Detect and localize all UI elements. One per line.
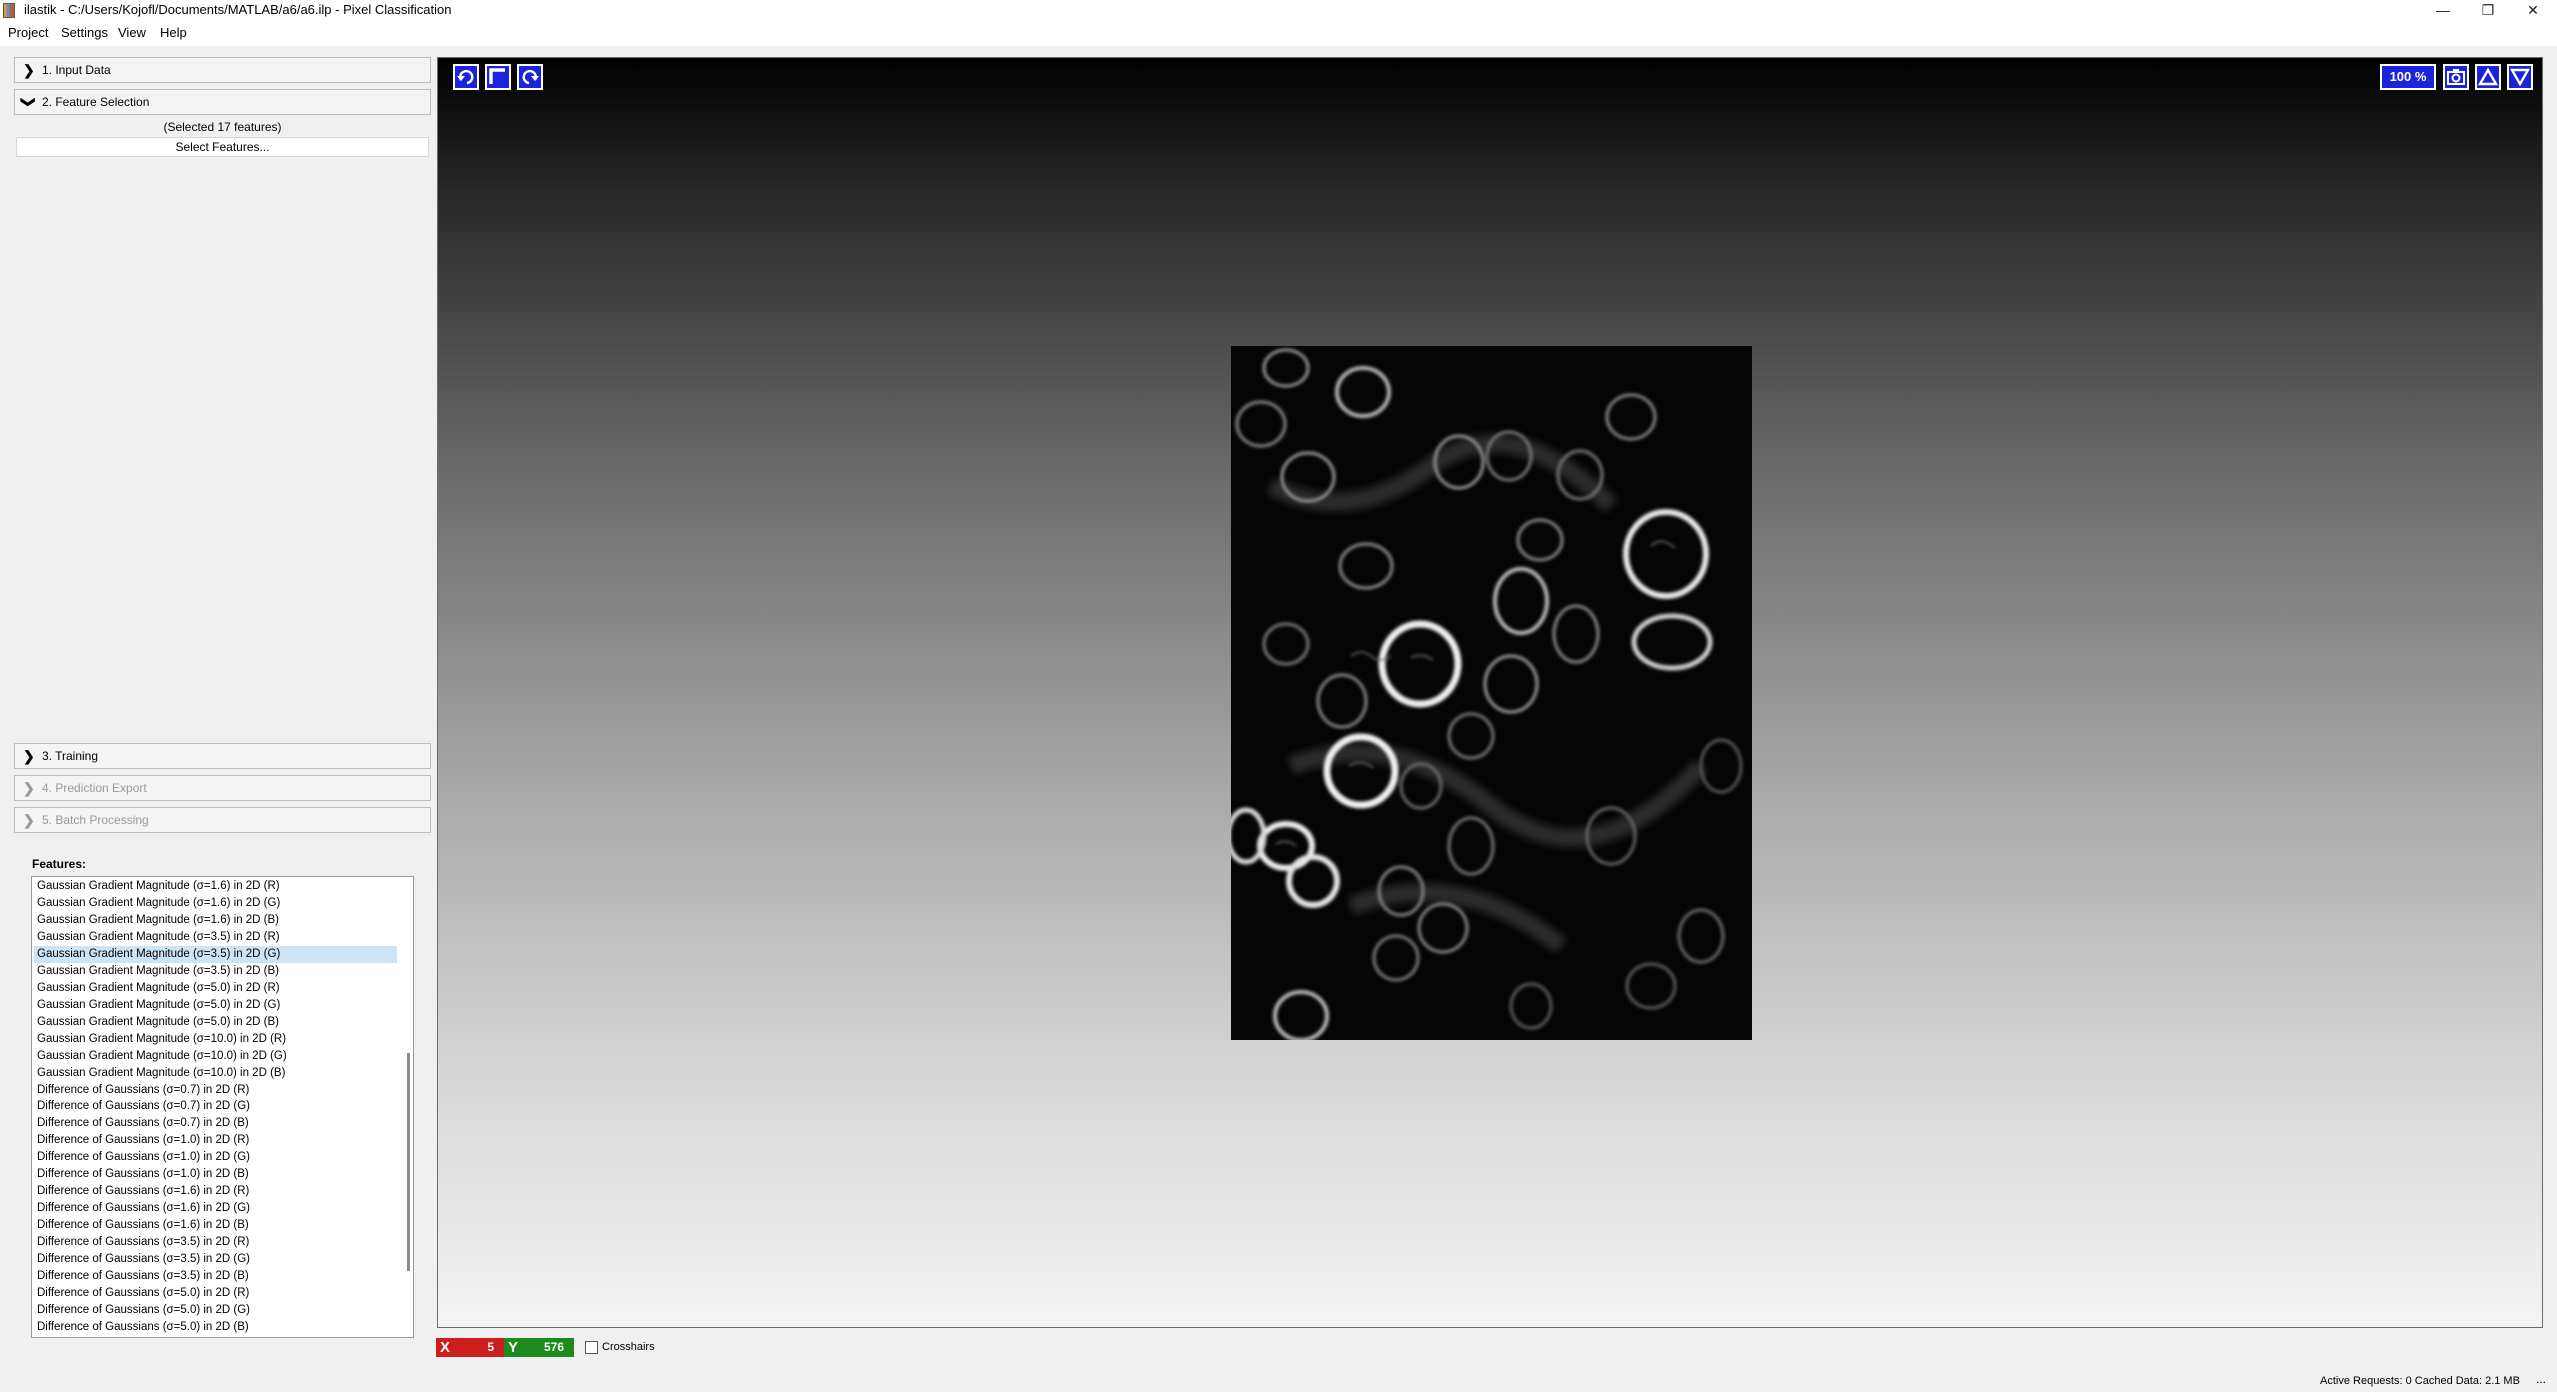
- y-value: 576: [543, 1340, 564, 1354]
- applet-prediction-export[interactable]: ❯ 4. Prediction Export: [14, 775, 431, 801]
- microscopy-image[interactable]: [1231, 346, 1752, 1040]
- feature-list-item[interactable]: Difference of Gaussians (σ=3.5) in 2D (G…: [34, 1251, 397, 1268]
- y-coordinate: Y 576: [504, 1338, 574, 1357]
- select-features-button[interactable]: Select Features...: [16, 137, 429, 157]
- chevron-right-icon: ❯: [23, 748, 35, 764]
- menu-settings[interactable]: Settings: [57, 20, 112, 46]
- feature-list-item[interactable]: Difference of Gaussians (σ=1.6) in 2D (B…: [34, 1217, 397, 1234]
- cells-feature-image: [1231, 346, 1752, 1040]
- feature-list-item[interactable]: Gaussian Gradient Magnitude (σ=1.6) in 2…: [34, 912, 397, 929]
- checkbox-icon[interactable]: [585, 1340, 598, 1354]
- feature-list-item[interactable]: Gaussian Gradient Magnitude (σ=5.0) in 2…: [34, 1014, 397, 1031]
- chevron-right-icon: ❯: [23, 812, 35, 828]
- menu-help[interactable]: Help: [156, 20, 191, 46]
- applet-label: 4. Prediction Export: [42, 781, 147, 795]
- feature-list-item[interactable]: Gaussian Gradient Magnitude (σ=3.5) in 2…: [34, 963, 397, 980]
- triangle-up-icon[interactable]: [2475, 64, 2501, 90]
- feature-list-item[interactable]: Gaussian Gradient Magnitude (σ=1.6) in 2…: [34, 878, 397, 895]
- feature-list-item[interactable]: Difference of Gaussians (σ=1.0) in 2D (R…: [34, 1132, 397, 1149]
- window-title: ilastik - C:/Users/Kojofl/Documents/MATL…: [24, 2, 452, 17]
- feature-list-item[interactable]: Gaussian Gradient Magnitude (σ=3.5) in 2…: [34, 945, 397, 963]
- feature-list-item[interactable]: Gaussian Gradient Magnitude (σ=3.5) in 2…: [34, 929, 397, 946]
- menu-project[interactable]: Project: [4, 20, 52, 46]
- image-viewer[interactable]: 100 %: [437, 57, 2543, 1328]
- zoom-level[interactable]: 100 %: [2380, 64, 2436, 90]
- redo-icon[interactable]: [517, 64, 543, 90]
- status-more-button[interactable]: ...: [2536, 1372, 2546, 1386]
- feature-list-item[interactable]: Difference of Gaussians (σ=0.7) in 2D (G…: [34, 1098, 397, 1115]
- features-list[interactable]: Gaussian Gradient Magnitude (σ=1.6) in 2…: [31, 876, 414, 1338]
- feature-list-item[interactable]: Gaussian Gradient Magnitude (σ=1.6) in 2…: [34, 895, 397, 912]
- applet-label: 1. Input Data: [42, 63, 111, 77]
- features-list-scrollbar[interactable]: [407, 1053, 410, 1271]
- feature-list-item[interactable]: Difference of Gaussians (σ=0.7) in 2D (R…: [34, 1082, 397, 1099]
- feature-list-item[interactable]: Difference of Gaussians (σ=1.6) in 2D (R…: [34, 1183, 397, 1200]
- feature-list-item[interactable]: Difference of Gaussians (σ=5.0) in 2D (R…: [34, 1285, 397, 1302]
- feature-list-item[interactable]: Difference of Gaussians (σ=5.0) in 2D (B…: [34, 1319, 397, 1336]
- applet-feature-selection[interactable]: ❯ 2. Feature Selection: [14, 89, 431, 115]
- menu-view[interactable]: View: [114, 20, 150, 46]
- status-requests: Active Requests: 0 Cached Data: 2.1 MB: [2320, 1375, 2520, 1387]
- close-button[interactable]: ✕: [2511, 0, 2555, 20]
- applet-panel: ❯ 1. Input Data ❯ 2. Feature Selection (…: [14, 57, 433, 834]
- ilastik-app-icon: [3, 3, 15, 18]
- camera-icon[interactable]: [2443, 64, 2469, 90]
- feature-list-item[interactable]: Gaussian Gradient Magnitude (σ=10.0) in …: [34, 1048, 397, 1065]
- selected-features-count: (Selected 17 features): [163, 120, 282, 134]
- feature-list-item[interactable]: Difference of Gaussians (σ=3.5) in 2D (R…: [34, 1234, 397, 1251]
- feature-list-item[interactable]: Difference of Gaussians (σ=1.6) in 2D (G…: [34, 1200, 397, 1217]
- applet-label: 5. Batch Processing: [42, 813, 149, 827]
- crosshairs-checkbox[interactable]: Crosshairs: [585, 1340, 655, 1354]
- chevron-right-icon: ❯: [23, 62, 35, 78]
- chevron-right-icon: ❯: [23, 780, 35, 796]
- feature-list-item[interactable]: Gaussian Gradient Magnitude (σ=5.0) in 2…: [34, 980, 397, 997]
- menu-bar: Project Settings View Help: [0, 20, 2557, 46]
- undo-icon[interactable]: [453, 64, 479, 90]
- feature-list-item[interactable]: Gaussian Gradient Magnitude (σ=10.0) in …: [34, 1031, 397, 1048]
- x-coordinate: X 5: [436, 1338, 504, 1357]
- minimize-button[interactable]: —: [2421, 0, 2465, 20]
- applet-training[interactable]: ❯ 3. Training: [14, 743, 431, 769]
- feature-list-item[interactable]: Difference of Gaussians (σ=0.7) in 2D (B…: [34, 1115, 397, 1132]
- applet-input-data[interactable]: ❯ 1. Input Data: [14, 57, 431, 83]
- feature-list-item[interactable]: Difference of Gaussians (σ=1.0) in 2D (B…: [34, 1166, 397, 1183]
- y-label: Y: [508, 1339, 519, 1356]
- applet-label: 3. Training: [42, 749, 99, 763]
- feature-list-item[interactable]: Difference of Gaussians (σ=5.0) in 2D (G…: [34, 1302, 397, 1319]
- fit-icon[interactable]: [485, 64, 511, 90]
- feature-list-item[interactable]: Difference of Gaussians (σ=3.5) in 2D (B…: [34, 1268, 397, 1285]
- features-label: Features:: [32, 857, 87, 871]
- feature-list-item[interactable]: Gaussian Gradient Magnitude (σ=5.0) in 2…: [34, 997, 397, 1014]
- crosshairs-label: Crosshairs: [602, 1341, 655, 1353]
- chevron-down-icon: ❯: [20, 96, 37, 108]
- feature-list-item[interactable]: Difference of Gaussians (σ=1.0) in 2D (G…: [34, 1149, 397, 1166]
- feature-list-item[interactable]: Gaussian Gradient Magnitude (σ=10.0) in …: [34, 1065, 397, 1082]
- triangle-down-icon[interactable]: [2507, 64, 2533, 90]
- title-bar: ilastik - C:/Users/Kojofl/Documents/MATL…: [0, 0, 2557, 20]
- restore-button[interactable]: ❐: [2466, 0, 2510, 20]
- applet-batch-processing[interactable]: ❯ 5. Batch Processing: [14, 807, 431, 833]
- x-value: 5: [487, 1340, 494, 1354]
- x-label: X: [440, 1339, 451, 1356]
- applet-label: 2. Feature Selection: [42, 95, 150, 109]
